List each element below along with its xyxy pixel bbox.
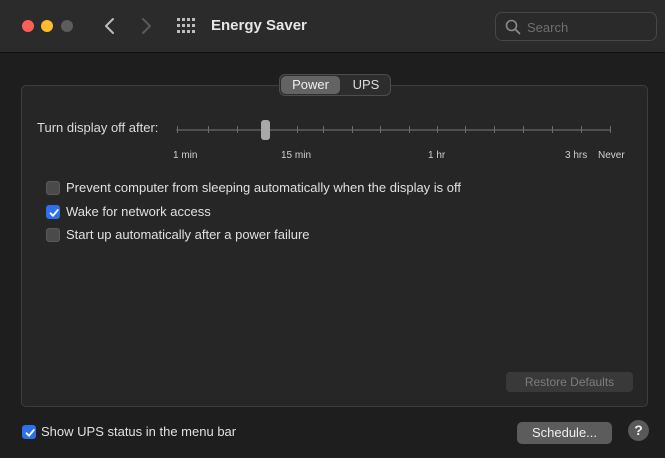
help-button[interactable]: ?: [628, 420, 649, 441]
slider-tick: [581, 126, 582, 133]
auto-start-label[interactable]: Start up automatically after a power fai…: [66, 227, 310, 242]
checkmark-icon: [25, 429, 35, 437]
slider-tick: [352, 126, 353, 133]
show-all-preferences-button[interactable]: [177, 18, 195, 34]
show-ups-status-label[interactable]: Show UPS status in the menu bar: [41, 424, 236, 439]
chevron-left-icon: [105, 18, 114, 34]
tab-segmented-control: Power UPS: [279, 74, 391, 96]
search-icon: [505, 19, 521, 35]
display-sleep-label: Turn display off after:: [37, 120, 159, 135]
prevent-sleep-checkbox[interactable]: [46, 181, 60, 195]
slider-tick: [465, 126, 466, 133]
slider-tick: [323, 126, 324, 133]
display-sleep-slider-track[interactable]: [176, 129, 611, 131]
tick-label-3-hrs: 3 hrs: [565, 150, 588, 161]
zoom-window-button[interactable]: [61, 20, 73, 32]
minimize-window-button[interactable]: [41, 20, 53, 32]
wake-network-checkbox[interactable]: [46, 205, 60, 219]
slider-tick: [494, 126, 495, 133]
forward-button[interactable]: [136, 15, 156, 37]
checkmark-icon: [49, 209, 59, 217]
prevent-sleep-label[interactable]: Prevent computer from sleeping automatic…: [66, 180, 461, 195]
grid-icon: [177, 18, 195, 33]
schedule-button[interactable]: Schedule...: [517, 422, 612, 444]
title-bar: Energy Saver Search: [0, 0, 665, 53]
search-field[interactable]: Search: [495, 12, 657, 41]
close-window-button[interactable]: [22, 20, 34, 32]
slider-tick: [237, 126, 238, 133]
window-title: Energy Saver: [211, 17, 307, 34]
slider-tick: [297, 126, 298, 133]
slider-tick: [409, 126, 410, 133]
slider-tick: [208, 126, 209, 133]
slider-tick: [380, 126, 381, 133]
back-button[interactable]: [100, 15, 120, 37]
search-placeholder: Search: [527, 20, 569, 35]
tick-label-15-min: 15 min: [281, 150, 312, 161]
tab-power[interactable]: Power: [281, 76, 340, 94]
slider-tick: [177, 126, 178, 133]
wake-network-label[interactable]: Wake for network access: [66, 204, 211, 219]
tick-label-never: Never: [598, 150, 625, 161]
slider-tick: [437, 126, 438, 133]
restore-defaults-button[interactable]: Restore Defaults: [506, 372, 633, 392]
tab-ups[interactable]: UPS: [342, 76, 390, 94]
slider-tick: [552, 126, 553, 133]
tick-label-1-hr: 1 hr: [428, 150, 446, 161]
slider-tick: [610, 126, 611, 133]
tick-label-1-min: 1 min: [173, 150, 198, 161]
chevron-right-icon: [142, 18, 151, 34]
slider-tick: [523, 126, 524, 133]
auto-start-checkbox[interactable]: [46, 228, 60, 242]
show-ups-status-checkbox[interactable]: [22, 425, 36, 439]
display-sleep-slider-thumb[interactable]: [261, 120, 270, 140]
